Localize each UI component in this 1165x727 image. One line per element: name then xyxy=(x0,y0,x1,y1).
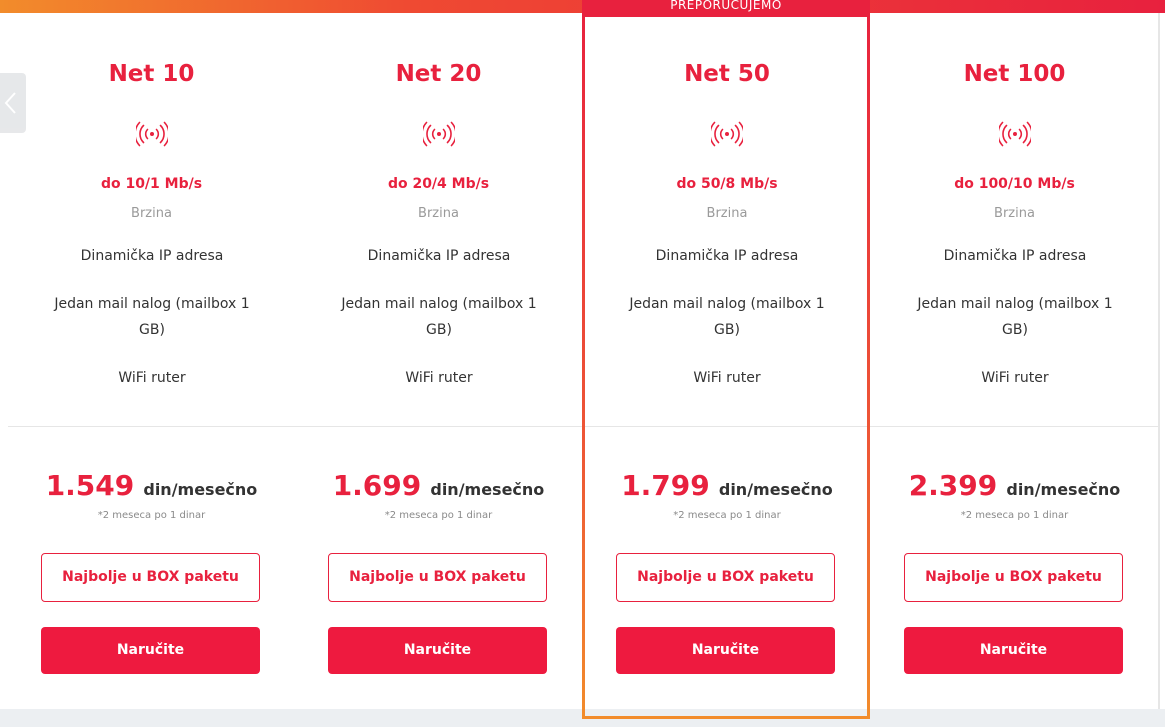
speed-label: Brzina xyxy=(994,206,1035,221)
card-divider xyxy=(295,426,582,427)
plan-price: 1.699 din/mesečno xyxy=(295,469,582,502)
feature-mailbox: Jedan mail nalog (mailbox 1 GB) xyxy=(341,296,537,338)
plan-name: Net 20 xyxy=(395,61,482,87)
recommended-label: PREPORUČUJEMO xyxy=(670,0,782,12)
wifi-signal-icon xyxy=(709,121,745,147)
plan-card-net-50: Net 50 do 50/8 Mb/s Brzina Dinamička IP … xyxy=(583,13,871,709)
plan-card-net-100: Net 100 do 100/10 Mb/s Brzina Dinamička … xyxy=(871,13,1159,709)
wifi-signal-icon xyxy=(420,121,457,147)
plan-price: 2.399 din/mesečno xyxy=(871,469,1158,502)
price-amount: 1.799 xyxy=(621,469,710,502)
order-button[interactable]: Naručite xyxy=(328,627,547,674)
speed-label: Brzina xyxy=(131,206,172,221)
card-divider xyxy=(8,426,295,427)
wifi-signal-icon xyxy=(996,121,1033,147)
price-amount: 1.549 xyxy=(45,469,135,502)
plan-card-net-20: Net 20 do 20/4 Mb/s Brzina Dinamička IP … xyxy=(295,13,583,709)
feature-ip-address: Dinamička IP adresa xyxy=(655,248,799,264)
plan-name: Net 100 xyxy=(963,61,1066,87)
order-button[interactable]: Naručite xyxy=(904,627,1123,674)
plan-speed: do 100/10 Mb/s xyxy=(954,176,1075,192)
promo-note: *2 meseca po 1 dinar xyxy=(97,510,206,521)
card-divider xyxy=(583,426,871,427)
order-button[interactable]: Naručite xyxy=(41,627,260,674)
plan-name: Net 50 xyxy=(684,61,770,87)
price-amount: 2.399 xyxy=(908,469,998,502)
box-package-button[interactable]: Najbolje u BOX paketu xyxy=(616,553,835,602)
box-package-button[interactable]: Najbolje u BOX paketu xyxy=(328,553,547,602)
feature-wifi-router: WiFi ruter xyxy=(405,370,473,386)
price-unit: din/mesečno xyxy=(143,480,258,499)
feature-mailbox: Jedan mail nalog (mailbox 1 GB) xyxy=(54,296,250,338)
promo-note: *2 meseca po 1 dinar xyxy=(960,510,1069,521)
order-button[interactable]: Naručite xyxy=(616,627,835,674)
carousel-prev-button[interactable] xyxy=(0,73,26,133)
plan-price: 1.799 din/mesečno xyxy=(583,469,871,502)
price-unit: din/mesečno xyxy=(1006,480,1121,499)
feature-wifi-router: WiFi ruter xyxy=(981,370,1049,386)
plan-card-net-10: Net 10 do 10/1 Mb/s Brzina Dinamička IP … xyxy=(8,13,296,709)
card-divider xyxy=(871,426,1158,427)
feature-mailbox: Jedan mail nalog (mailbox 1 GB) xyxy=(629,296,825,338)
chevron-left-icon xyxy=(4,92,16,114)
plan-name: Net 10 xyxy=(108,61,195,87)
box-package-button[interactable]: Najbolje u BOX paketu xyxy=(41,553,260,602)
feature-mailbox: Jedan mail nalog (mailbox 1 GB) xyxy=(917,296,1113,338)
feature-ip-address: Dinamička IP adresa xyxy=(367,248,511,264)
price-unit: din/mesečno xyxy=(718,480,833,499)
feature-ip-address: Dinamička IP adresa xyxy=(943,248,1087,264)
speed-label: Brzina xyxy=(418,206,459,221)
page-background-strip xyxy=(0,709,1165,727)
promo-note: *2 meseca po 1 dinar xyxy=(384,510,493,521)
feature-wifi-router: WiFi ruter xyxy=(693,370,761,386)
wifi-signal-icon xyxy=(133,121,170,147)
plan-speed: do 20/4 Mb/s xyxy=(387,176,490,192)
plan-speed: do 10/1 Mb/s xyxy=(100,176,203,192)
plan-price: 1.549 din/mesečno xyxy=(8,469,295,502)
box-package-button[interactable]: Najbolje u BOX paketu xyxy=(904,553,1123,602)
feature-ip-address: Dinamička IP adresa xyxy=(80,248,224,264)
plan-card-next-partial xyxy=(1159,13,1165,709)
promo-note: *2 meseca po 1 dinar xyxy=(673,510,781,521)
plan-speed: do 50/8 Mb/s xyxy=(676,176,778,192)
speed-label: Brzina xyxy=(706,206,748,221)
pricing-cards-row: Net 10 do 10/1 Mb/s Brzina Dinamička IP … xyxy=(8,13,1165,709)
feature-wifi-router: WiFi ruter xyxy=(118,370,186,386)
recommended-ribbon: PREPORUČUJEMO xyxy=(582,0,870,17)
price-unit: din/mesečno xyxy=(430,480,545,499)
price-amount: 1.699 xyxy=(332,469,422,502)
